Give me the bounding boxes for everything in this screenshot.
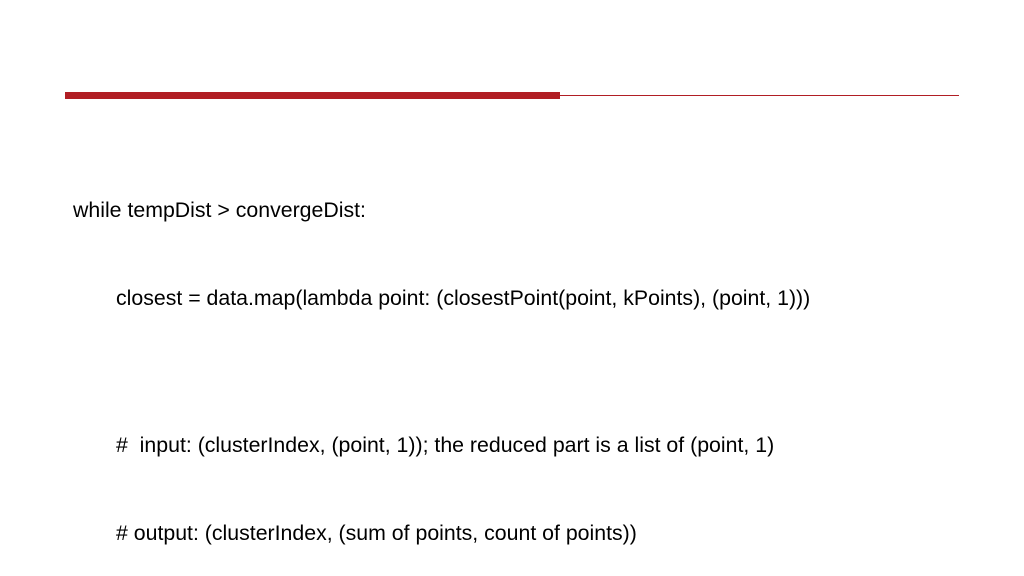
slide: while tempDist > convergeDist: closest =… [0,0,1024,576]
code-line: closest = data.map(lambda point: (closes… [73,284,974,313]
code-block: while tempDist > convergeDist: closest =… [73,137,974,576]
code-line: # output: (clusterIndex, (sum of points,… [73,519,974,548]
code-line: # input: (clusterIndex, (point, 1)); the… [73,431,974,460]
header-rule-thick [65,92,560,99]
code-line: while tempDist > convergeDist: [73,196,974,225]
